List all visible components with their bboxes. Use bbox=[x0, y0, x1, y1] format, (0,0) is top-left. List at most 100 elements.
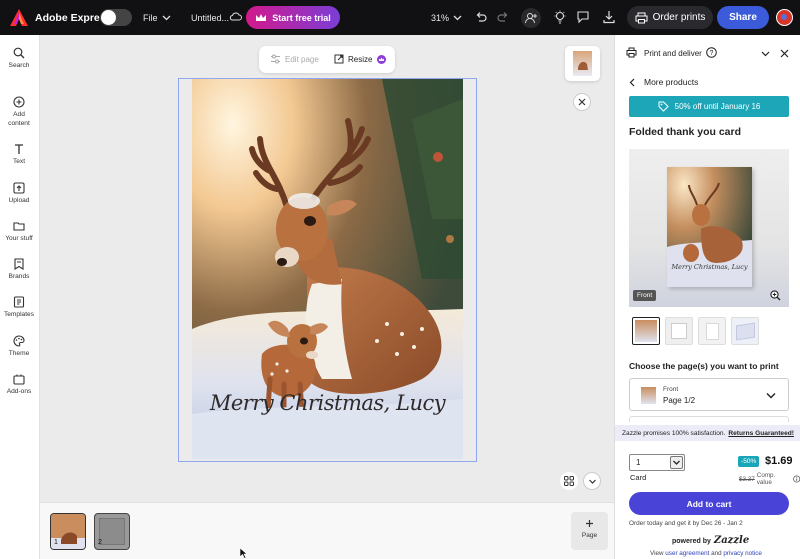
close-panel-icon[interactable] bbox=[780, 49, 789, 58]
add-page-button[interactable]: Page bbox=[571, 512, 608, 550]
sidebar-label: Upload bbox=[8, 197, 30, 204]
page-preview-thumb[interactable] bbox=[565, 46, 600, 81]
user-agreement-link[interactable]: user agreement bbox=[665, 550, 709, 557]
printer-icon bbox=[626, 47, 637, 58]
mode-toggle[interactable] bbox=[100, 9, 132, 26]
zoom-level[interactable]: 31% bbox=[431, 13, 449, 23]
page-thumb-2[interactable]: 2 bbox=[94, 513, 130, 550]
file-menu[interactable]: File bbox=[143, 13, 158, 23]
addons-icon bbox=[13, 374, 25, 385]
page-thumb-1[interactable]: 1 bbox=[50, 513, 86, 550]
mockup-greeting: Merry Christmas, Lucy bbox=[671, 263, 748, 271]
chevron-down-icon bbox=[766, 391, 776, 400]
sidebar-item-theme[interactable]: Theme bbox=[0, 335, 38, 357]
sidebar-label: Add content bbox=[8, 111, 30, 127]
sidebar-item-add-ons[interactable]: Add-ons bbox=[0, 373, 38, 395]
thumb-art bbox=[736, 322, 755, 341]
sidebar-item-brands[interactable]: Brands bbox=[0, 258, 38, 280]
close-preview-button[interactable] bbox=[573, 93, 591, 111]
more-products-link[interactable]: More products bbox=[644, 77, 698, 87]
undo-icon[interactable] bbox=[475, 11, 487, 23]
download-icon[interactable] bbox=[602, 10, 616, 24]
collapse-pages-button[interactable] bbox=[583, 472, 601, 490]
quantity-value: 1 bbox=[636, 458, 641, 467]
search-icon bbox=[13, 47, 25, 59]
page-select-value: Page 1/2 bbox=[663, 396, 696, 405]
canvas-area: Edit page Resize Merry Christmas, Lucy bbox=[40, 35, 614, 502]
collapse-panel-icon[interactable] bbox=[761, 49, 770, 58]
sidebar-item-templates[interactable]: Templates bbox=[0, 296, 38, 318]
promo-banner: 50% off until January 16 bbox=[629, 96, 789, 117]
resize-icon bbox=[334, 54, 344, 64]
delivery-estimate: Order today and get it by Dec 26 - Jan 2 bbox=[629, 520, 743, 527]
add-to-cart-button[interactable]: Add to cart bbox=[629, 492, 789, 515]
sidebar-item-text[interactable]: Text bbox=[0, 143, 38, 165]
quantity-label: Card bbox=[630, 473, 647, 482]
edit-page-label: Edit page bbox=[285, 54, 319, 64]
zoom-in-icon[interactable] bbox=[770, 290, 781, 301]
legal-links: View user agreement and privacy notice bbox=[650, 550, 762, 557]
product-thumb-inside[interactable] bbox=[665, 317, 693, 345]
info-icon[interactable] bbox=[792, 475, 800, 483]
avatar[interactable] bbox=[776, 9, 793, 26]
grid-view-button[interactable] bbox=[560, 472, 578, 490]
help-icon[interactable]: ? bbox=[706, 47, 717, 58]
sidebar-item-your-stuff[interactable]: Your stuff bbox=[0, 220, 38, 242]
back-chevron-icon[interactable] bbox=[629, 78, 636, 87]
card-artwork[interactable]: Merry Christmas, Lucy bbox=[192, 79, 463, 459]
product-thumb-front[interactable] bbox=[632, 317, 660, 345]
cursor-icon bbox=[239, 547, 248, 559]
front-badge: Front bbox=[633, 290, 657, 301]
quantity-select[interactable]: 1 bbox=[629, 454, 685, 471]
comment-icon[interactable] bbox=[576, 10, 590, 24]
zazzle-logo: Zazzle bbox=[713, 535, 750, 546]
sidebar-item-upload[interactable]: Upload bbox=[0, 182, 38, 204]
product-preview-image[interactable]: Merry Christmas, Lucy Front bbox=[629, 149, 789, 307]
old-price: $3.37 bbox=[739, 475, 755, 483]
product-title: Folded thank you card bbox=[629, 126, 742, 138]
sidebar-item-add-content[interactable]: Add content bbox=[0, 96, 38, 128]
sidebar-label: Search bbox=[8, 62, 30, 69]
resize-button[interactable]: Resize bbox=[334, 54, 387, 64]
page-toolbar: Edit page Resize bbox=[259, 46, 395, 73]
folder-icon bbox=[13, 222, 25, 231]
add-page-label: Page bbox=[581, 532, 598, 539]
palette-icon bbox=[13, 335, 25, 347]
returns-guaranteed-link[interactable]: Returns Guaranteed! bbox=[728, 430, 794, 437]
collaborate-icon[interactable] bbox=[521, 8, 541, 28]
text-icon bbox=[15, 144, 23, 154]
share-button[interactable]: Share bbox=[717, 6, 769, 29]
guarantee-banner: Zazzle promises 100% satisfaction. Retur… bbox=[615, 425, 800, 441]
pages-bar: 1 2 Page bbox=[40, 502, 614, 559]
product-thumb-back[interactable] bbox=[698, 317, 726, 345]
zoom-chevron-icon[interactable] bbox=[453, 13, 462, 22]
sidebar-item-search[interactable]: Search bbox=[0, 47, 38, 69]
page-select-dropdown[interactable]: Front Page 1/2 bbox=[629, 378, 789, 411]
start-free-trial-button[interactable]: Start free trial bbox=[246, 6, 340, 29]
close-icon bbox=[578, 98, 586, 106]
thumb-art bbox=[671, 323, 687, 339]
chevron-down-icon[interactable] bbox=[162, 13, 171, 22]
sliders-icon bbox=[271, 54, 280, 64]
product-thumb-envelope[interactable] bbox=[731, 317, 759, 345]
card-greeting-text[interactable]: Merry Christmas, Lucy bbox=[192, 391, 463, 415]
lightbulb-icon[interactable] bbox=[553, 10, 567, 25]
order-prints-button[interactable]: Order prints bbox=[627, 6, 713, 29]
thumb-art bbox=[635, 320, 657, 342]
plus-circle-icon bbox=[13, 96, 25, 108]
redo-icon[interactable] bbox=[497, 11, 509, 23]
adobe-logo-icon[interactable] bbox=[10, 9, 28, 26]
privacy-notice-link[interactable]: privacy notice bbox=[723, 550, 762, 557]
edit-page-button[interactable]: Edit page bbox=[270, 54, 319, 64]
sidebar-label: Text bbox=[12, 158, 26, 165]
crown-icon bbox=[256, 13, 267, 21]
thumb-art bbox=[706, 323, 719, 340]
resize-label: Resize bbox=[348, 54, 373, 64]
page-number: 1 bbox=[54, 539, 58, 546]
print-deliver-panel: Print and deliver ? More products 50% of… bbox=[614, 35, 800, 559]
comp-value: $3.37 Comp. value bbox=[739, 472, 800, 486]
page-thumb-2-art bbox=[99, 518, 125, 545]
doc-title[interactable]: Untitled... bbox=[191, 13, 229, 23]
promo-text: 50% off until January 16 bbox=[674, 102, 761, 111]
card-mockup: Merry Christmas, Lucy bbox=[667, 167, 752, 287]
